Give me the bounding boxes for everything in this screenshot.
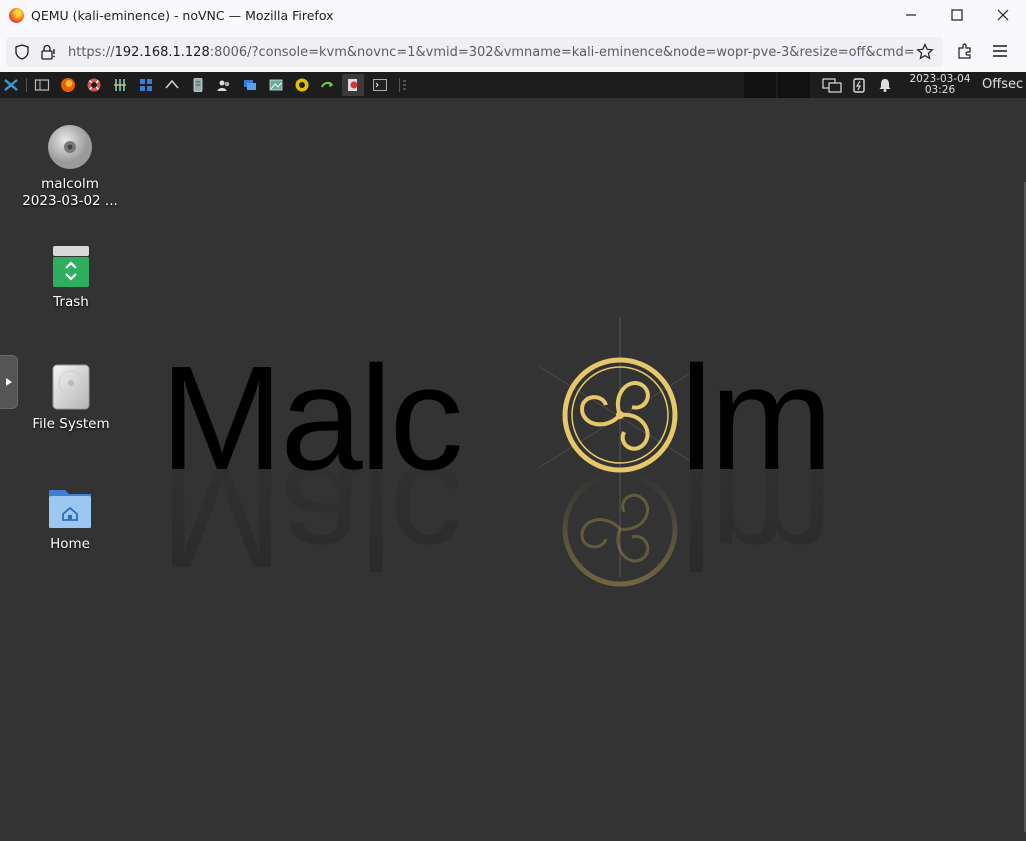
panel-clock[interactable]: 2023-03-04 03:26 [901,74,979,96]
window-title: QEMU (kali-eminence) - noVNC — Mozilla F… [31,8,334,23]
vnc-console-screen[interactable]: 2023-03-04 03:26 Offsec malcolm 2023-03-… [0,72,1026,841]
chevron-right-icon [6,378,12,386]
close-icon [997,9,1009,21]
network-status-icon[interactable] [822,77,842,95]
logout-icon[interactable] [345,77,361,93]
image-viewer-icon[interactable] [268,77,284,93]
desktop-icon-file-system[interactable]: File System [21,364,121,433]
arrow-up-icon[interactable] [164,77,180,93]
help-lifebuoy-icon[interactable] [86,77,102,93]
clock-time: 03:26 [924,84,956,96]
users-icon[interactable] [216,77,232,93]
desktop-icon-label-sub: 2023-03-02 ... [22,193,118,209]
desktop-icon-label: File System [32,416,110,432]
url-text[interactable]: https://192.168.1.128:8006/?console=kvm&… [68,45,915,60]
side-panel-toggle[interactable] [0,355,18,409]
optical-disc-icon [48,125,92,169]
notification-bell-icon[interactable] [877,77,893,93]
maximize-button[interactable] [934,0,980,30]
workspace-switcher-icon[interactable] [138,77,154,93]
extensions-icon[interactable] [956,42,974,60]
svg-text:Malc: Malc [160,433,460,587]
panel-handle-icon[interactable] [401,77,417,93]
network-tool-icon[interactable] [112,77,128,93]
desktop-icon-malcolm-disc[interactable]: malcolm 2023-03-02 ... [20,124,120,210]
malcolm-wallpaper-logo: Malc lm Malc lm [150,317,880,598]
shield-icon[interactable] [14,44,30,60]
navigation-toolbar: https://192.168.1.128:8006/?console=kvm&… [0,32,1026,73]
panel-user-menu[interactable]: Offsec [982,77,1023,92]
drive-icon [52,364,90,410]
desktop-icon-trash[interactable]: Trash [21,244,121,311]
desktop-icon-home[interactable]: Home [20,484,120,553]
minimize-icon [906,14,916,16]
firefox-launcher-icon[interactable] [60,77,76,93]
aperture-icon[interactable] [294,77,310,93]
lock-warning-icon[interactable] [40,44,58,60]
desktop-icon-label: Home [50,536,90,552]
firefox-icon [9,8,24,23]
minimize-button[interactable] [888,0,934,30]
menu-hamburger-icon[interactable] [991,42,1009,60]
windows-icon[interactable] [242,77,258,93]
panel-empty-slot [778,72,810,98]
xfce-top-panel: 2023-03-04 03:26 Offsec [0,72,1026,98]
terminal-icon[interactable] [372,77,388,93]
bookmark-star-icon[interactable] [916,43,934,61]
maximize-icon [951,9,963,21]
home-folder-icon [49,490,91,528]
desktop-icon-label: malcolm [41,176,99,192]
show-desktop-icon[interactable] [34,77,50,93]
redo-arrow-icon[interactable] [320,77,336,93]
battery-charging-icon[interactable] [851,77,867,93]
panel-empty-slot [744,72,776,98]
close-button[interactable] [980,0,1026,30]
address-bar[interactable]: https://192.168.1.128:8006/?console=kvm&… [6,37,943,67]
kali-menu-icon[interactable] [3,77,19,93]
trash-icon [53,246,89,287]
server-icon[interactable] [190,77,206,93]
svg-text:lm: lm [680,433,830,587]
window-titlebar: QEMU (kali-eminence) - noVNC — Mozilla F… [0,0,1026,32]
desktop-icon-label: Trash [53,294,89,310]
